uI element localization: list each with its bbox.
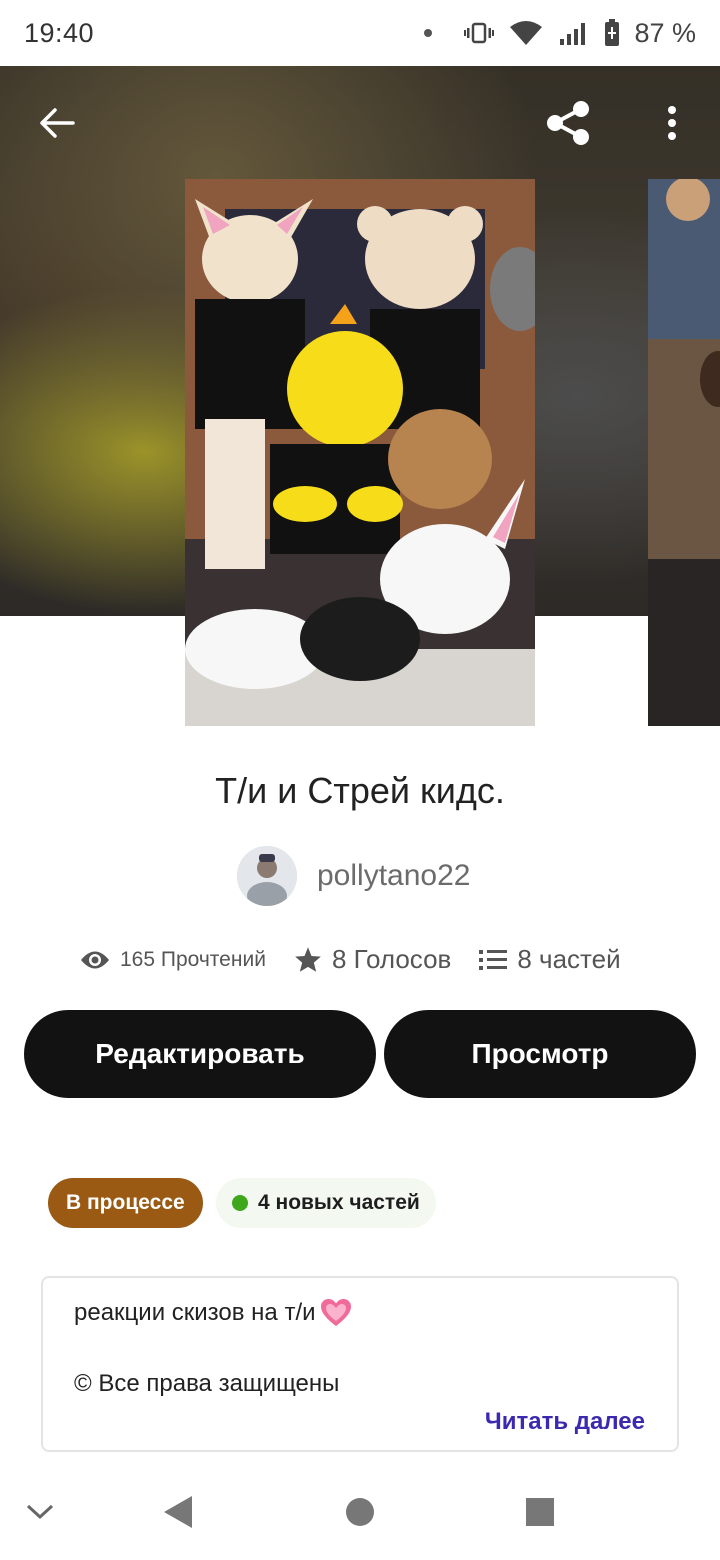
share-icon (547, 101, 589, 145)
chevron-down-icon (26, 1504, 54, 1520)
reads-count: 165 Прочтений (120, 947, 266, 971)
nav-recents-button[interactable] (518, 1470, 562, 1554)
battery-icon (605, 19, 620, 46)
arrow-left-icon (40, 108, 75, 138)
nav-collapse-button[interactable] (20, 1470, 60, 1554)
notification-dot-icon (424, 29, 433, 37)
story-stats: 165 Прочтений 8 Голосов 8 частей (80, 944, 621, 975)
circle-home-icon (346, 1498, 374, 1526)
avatar-image (237, 846, 297, 906)
nav-back-button[interactable] (156, 1470, 200, 1554)
nav-home-button[interactable] (338, 1470, 382, 1554)
vibrate-icon (464, 22, 495, 44)
battery-percent: 87 % (634, 17, 696, 48)
votes-stat: 8 Голосов (294, 944, 451, 975)
parts-count: 8 частей (517, 944, 621, 974)
votes-count: 8 Голосов (331, 944, 452, 974)
description-line-1: реакции скизов на т/и (74, 1298, 352, 1328)
copyright-text: © Все права защищены (74, 1370, 340, 1397)
author-name[interactable]: pollytano22 (317, 859, 470, 893)
status-icons: 87 % (424, 18, 696, 49)
more-vertical-icon (668, 106, 676, 140)
author-row[interactable]: pollytano22 (237, 846, 470, 906)
cover-illustration (185, 179, 535, 726)
square-recents-icon (526, 1498, 554, 1526)
story-cover-image[interactable] (185, 179, 535, 726)
next-story-cover[interactable] (648, 179, 720, 726)
status-badge: В процессе (48, 1178, 203, 1228)
status-time: 19:40 (24, 17, 95, 48)
wifi-icon (510, 21, 543, 45)
reads-stat: 165 Прочтений (80, 948, 266, 972)
description-text: реакции скизов на т/и (74, 1299, 316, 1326)
view-button[interactable]: Просмотр (384, 1010, 696, 1098)
eye-icon (80, 949, 110, 971)
edit-button[interactable]: Редактировать (24, 1010, 376, 1098)
system-nav-bar (0, 1470, 720, 1560)
next-cover-illustration (648, 179, 720, 726)
story-title: Т/и и Стрей кидс. (215, 770, 505, 811)
green-dot-icon (232, 1195, 248, 1211)
triangle-back-icon (164, 1496, 192, 1528)
back-button[interactable] (30, 96, 84, 150)
new-parts-label: 4 новых частей (258, 1191, 420, 1214)
read-more-link[interactable]: Читать далее (485, 1408, 645, 1436)
more-options-button[interactable] (650, 96, 694, 150)
description-box: реакции скизов на т/и © Все права защище… (41, 1276, 679, 1452)
signal-icon (560, 23, 586, 45)
avatar[interactable] (237, 846, 297, 906)
new-parts-badge: 4 новых частей (216, 1178, 436, 1228)
share-button[interactable] (540, 96, 596, 150)
star-icon (294, 946, 322, 973)
heart-icon (320, 1299, 351, 1326)
list-icon (479, 948, 508, 972)
parts-stat: 8 частей (479, 944, 621, 975)
status-bar: 19:40 87 % (0, 0, 720, 66)
